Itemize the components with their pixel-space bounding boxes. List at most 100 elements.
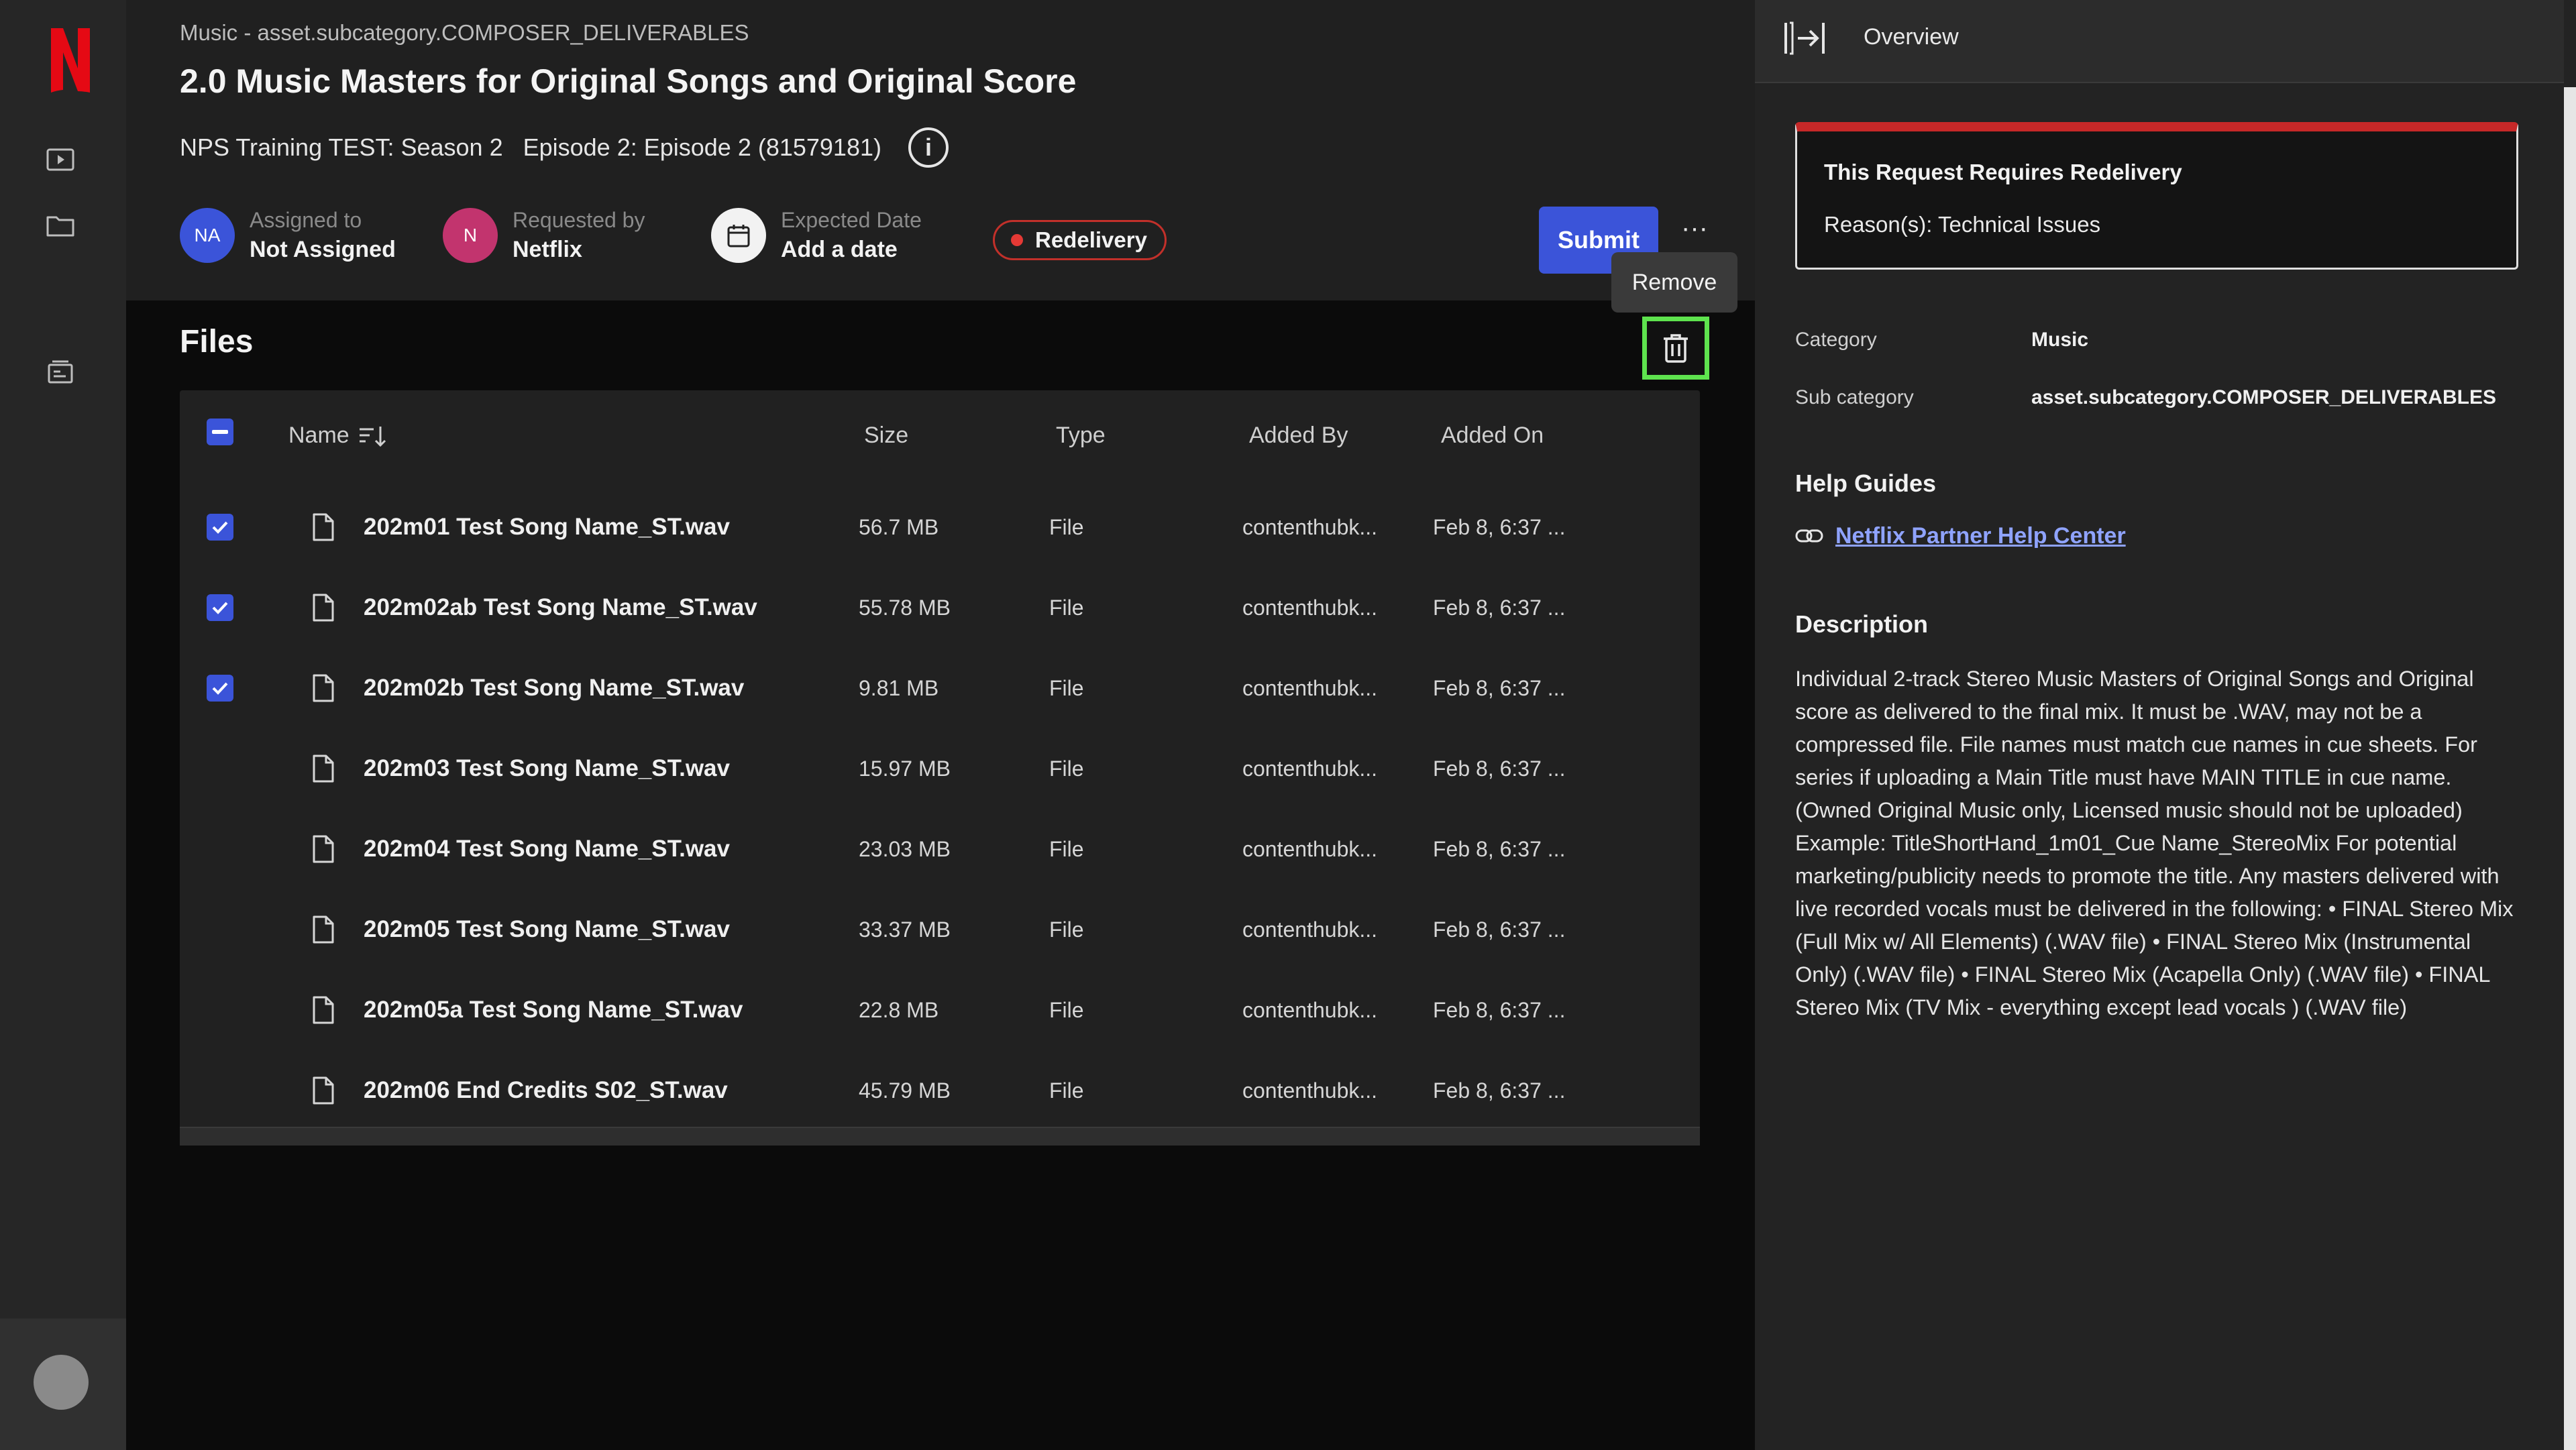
row-checkbox[interactable]	[207, 675, 233, 702]
table-row[interactable]: 202m02ab Test Song Name_ST.wav 55.78 MB Fi…	[180, 567, 1700, 648]
file-type: File	[1049, 595, 1084, 620]
file-added-by: contenthubk...	[1242, 917, 1378, 942]
assigned-label: Assigned to	[250, 208, 362, 232]
file-name[interactable]: 202m06 End Credits S02_ST.wav	[364, 1050, 728, 1131]
column-size[interactable]: Size	[864, 423, 908, 449]
column-added-on[interactable]: Added On	[1441, 423, 1544, 449]
description-heading: Description	[1795, 610, 1929, 638]
requested-by: N Requested by Netflix	[443, 208, 645, 263]
assigned-to[interactable]: NA Assigned to Not Assigned	[180, 208, 396, 263]
file-name[interactable]: 202m02b Test Song Name_ST.wav	[364, 648, 744, 728]
sort-icon[interactable]	[358, 424, 387, 448]
table-row[interactable]: 202m01 Test Song Name_ST.wav 56.7 MB File c…	[180, 487, 1700, 567]
file-size: 23.03 MB	[859, 836, 951, 861]
folder-icon[interactable]	[46, 213, 75, 237]
file-icon	[313, 915, 334, 944]
file-added-on: Feb 8, 6:37 ...	[1433, 675, 1566, 700]
file-icon	[313, 1076, 334, 1105]
requested-value: Netflix	[513, 237, 582, 262]
play-icon[interactable]	[46, 148, 75, 172]
panel-header: Overview	[1755, 0, 2564, 83]
episode-name: Episode 2: Episode 2 (81579181)	[523, 133, 881, 161]
column-type[interactable]: Type	[1056, 423, 1106, 449]
file-type: File	[1049, 514, 1084, 539]
table-row[interactable]: 202m02b Test Song Name_ST.wav 9.81 MB File…	[180, 648, 1700, 728]
panel-title: Overview	[1864, 24, 1959, 50]
file-name[interactable]: 202m03 Test Song Name_ST.wav	[364, 728, 730, 809]
panel-scrollbar[interactable]	[2564, 87, 2576, 1450]
table-row[interactable]: 202m06 End Credits S02_ST.wav 45.79 MB Fil…	[180, 1050, 1700, 1131]
episode-info: NPS Training TEST: Season 2 Episode 2: E…	[180, 127, 949, 168]
row-checkbox[interactable]	[207, 836, 233, 862]
column-name-label: Name	[288, 423, 350, 448]
delete-button[interactable]	[1642, 317, 1709, 380]
file-added-by: contenthubk...	[1242, 756, 1378, 781]
file-icon	[313, 513, 334, 541]
row-checkbox[interactable]	[207, 1077, 233, 1104]
file-name[interactable]: 202m04 Test Song Name_ST.wav	[364, 809, 730, 889]
trash-icon	[1664, 334, 1688, 363]
main-content: Music - asset.subcategory.COMPOSER_DELIV…	[126, 0, 1755, 1450]
file-icon	[313, 835, 334, 863]
netflix-logo-icon[interactable]	[48, 27, 93, 94]
avatar[interactable]	[34, 1355, 89, 1410]
files-heading: Files	[180, 324, 254, 359]
row-checkbox[interactable]	[207, 997, 233, 1023]
file-added-on: Feb 8, 6:37 ...	[1433, 997, 1566, 1022]
collapse-panel-icon[interactable]	[1783, 20, 1827, 56]
file-icon	[313, 674, 334, 702]
file-type: File	[1049, 997, 1084, 1022]
status-badge: Redelivery	[993, 220, 1167, 260]
file-icon	[313, 594, 334, 622]
requested-label: Requested by	[513, 208, 645, 232]
requester-avatar: N	[443, 208, 498, 263]
calendar-icon	[711, 208, 766, 263]
file-size: 22.8 MB	[859, 997, 939, 1022]
file-added-on: Feb 8, 6:37 ...	[1433, 917, 1566, 942]
table-scrollbar[interactable]	[180, 1127, 1700, 1146]
assigned-value: Not Assigned	[250, 237, 396, 262]
inbox-icon[interactable]	[46, 359, 75, 384]
table-row[interactable]: 202m04 Test Song Name_ST.wav 23.03 MB File…	[180, 809, 1700, 889]
left-rail	[0, 0, 126, 1450]
file-name[interactable]: 202m01 Test Song Name_ST.wav	[364, 487, 730, 567]
expected-date[interactable]: Expected Date Add a date	[711, 208, 922, 263]
row-checkbox[interactable]	[207, 514, 233, 541]
file-added-by: contenthubk...	[1242, 595, 1378, 620]
date-value: Add a date	[781, 237, 898, 262]
link-icon	[1795, 529, 1823, 543]
description-text: Individual 2-track Stereo Music Masters …	[1795, 667, 2514, 1019]
table-row[interactable]: 202m03 Test Song Name_ST.wav 15.97 MB File…	[180, 728, 1700, 809]
file-added-on: Feb 8, 6:37 ...	[1433, 836, 1566, 861]
table-row[interactable]: 202m05a Test Song Name_ST.wav 22.8 MB File…	[180, 970, 1700, 1050]
row-checkbox[interactable]	[207, 755, 233, 782]
breadcrumb: Music - asset.subcategory.COMPOSER_DELIV…	[180, 20, 749, 45]
category-label: Category	[1795, 329, 1877, 351]
row-checkbox[interactable]	[207, 916, 233, 943]
table-row[interactable]: 202m05 Test Song Name_ST.wav 33.37 MB File…	[180, 889, 1700, 970]
row-checkbox[interactable]	[207, 594, 233, 621]
partner-help-center-link[interactable]: Netflix Partner Help Center	[1835, 523, 2126, 549]
file-added-on: Feb 8, 6:37 ...	[1433, 1078, 1566, 1103]
file-name[interactable]: 202m05a Test Song Name_ST.wav	[364, 970, 743, 1050]
file-name[interactable]: 202m02ab Test Song Name_ST.wav	[364, 567, 757, 648]
category-value: Music	[2031, 329, 2089, 351]
notice-heading: This Request Requires Redelivery	[1824, 160, 2182, 184]
file-size: 15.97 MB	[859, 756, 951, 781]
select-all-checkbox[interactable]	[207, 419, 233, 445]
file-type: File	[1049, 1078, 1084, 1103]
more-options-button[interactable]: ···	[1676, 215, 1713, 252]
file-size: 9.81 MB	[859, 675, 939, 700]
help-guides-heading: Help Guides	[1795, 469, 1937, 497]
file-type: File	[1049, 917, 1084, 942]
column-added-by[interactable]: Added By	[1249, 423, 1348, 449]
file-size: 33.37 MB	[859, 917, 951, 942]
file-added-by: contenthubk...	[1242, 514, 1378, 539]
info-icon[interactable]: i	[908, 127, 949, 168]
file-size: 55.78 MB	[859, 595, 951, 620]
show-name: NPS Training TEST: Season 2	[180, 133, 503, 161]
file-added-on: Feb 8, 6:37 ...	[1433, 756, 1566, 781]
column-name[interactable]: Name	[288, 423, 387, 449]
file-name[interactable]: 202m05 Test Song Name_ST.wav	[364, 889, 730, 970]
subcategory-value: asset.subcategory.COMPOSER_DELIVERABLES	[2031, 386, 2496, 408]
